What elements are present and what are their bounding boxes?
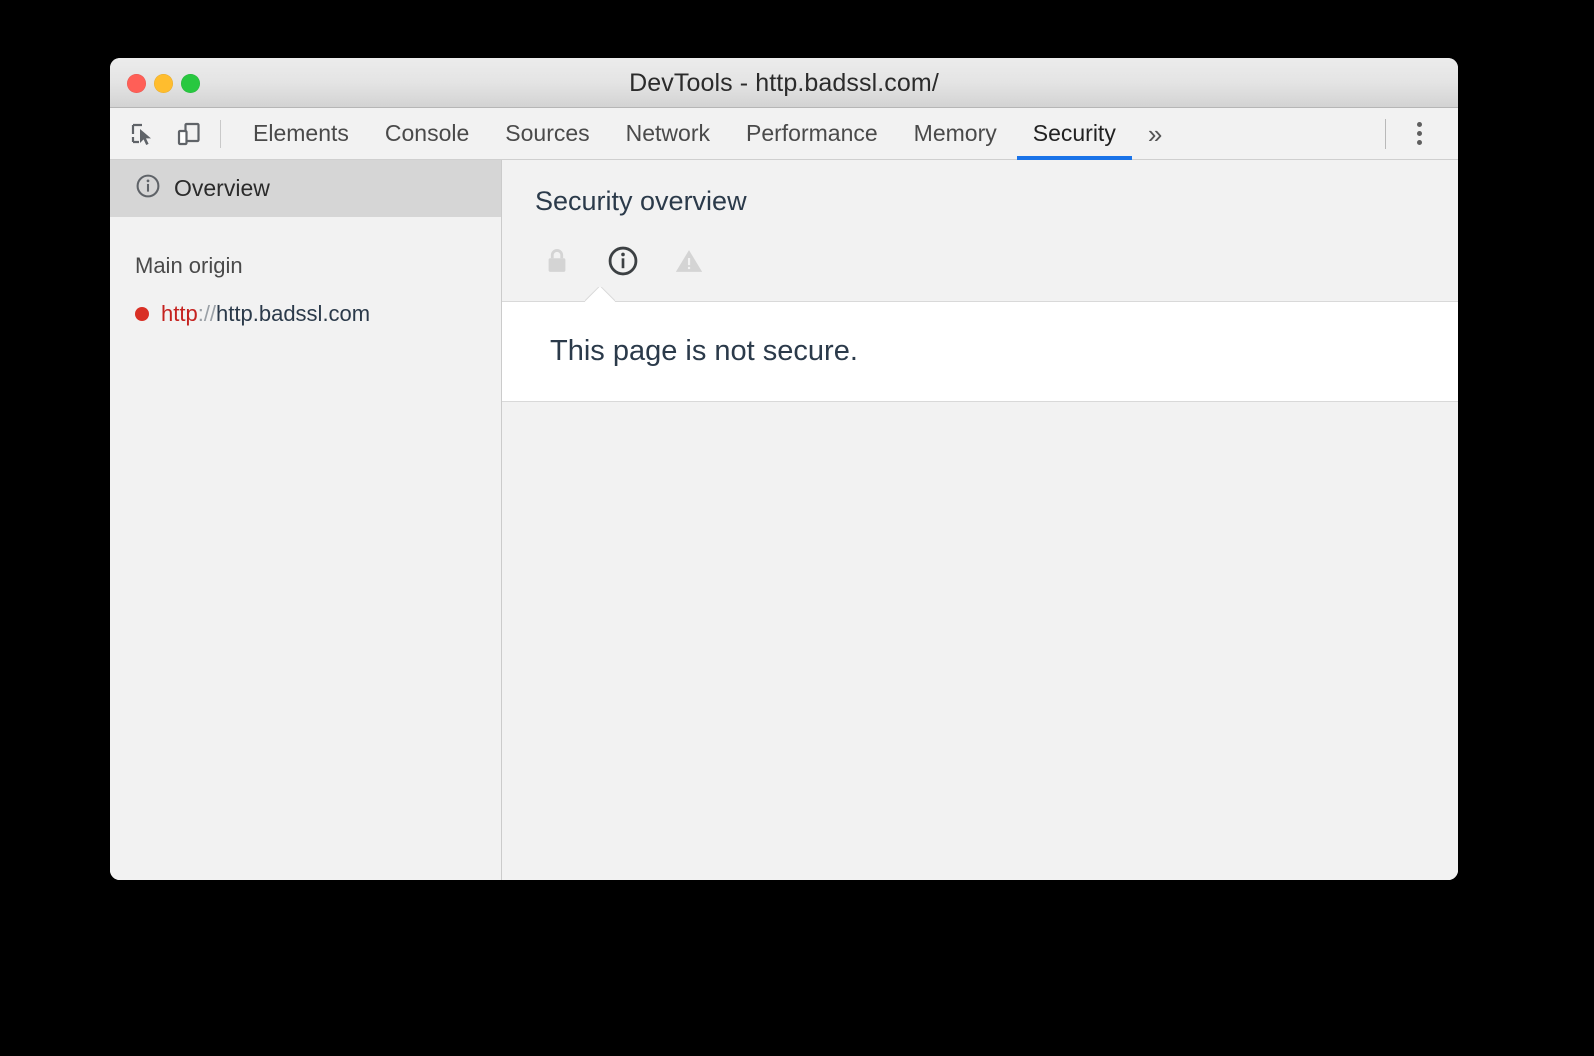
origin-separator: :// [197, 301, 217, 326]
security-summary-panel: This page is not secure. [502, 301, 1458, 402]
tab-label: Security [1032, 120, 1116, 146]
tab-network[interactable]: Network [608, 108, 728, 159]
tab-label: Performance [746, 120, 878, 146]
origin-status-dot-icon [135, 307, 149, 321]
warning-triangle-icon [672, 244, 706, 278]
security-main-panel: Security overview This page is not secur… [502, 160, 1458, 880]
window-titlebar: DevTools - http.badssl.com/ [110, 58, 1458, 108]
screenshot-root: DevTools - http.badssl.com/ Elements Con… [0, 0, 1594, 1056]
tab-overflow-chevron-icon[interactable]: » [1134, 108, 1176, 159]
window-title: DevTools - http.badssl.com/ [629, 69, 939, 97]
tab-performance[interactable]: Performance [728, 108, 896, 159]
more-options-icon[interactable] [1406, 118, 1432, 150]
security-sidebar: Overview Main origin http://http.badssl.… [110, 160, 502, 880]
summary-pointer-icon [585, 287, 615, 302]
device-toolbar-icon[interactable] [174, 119, 204, 149]
tab-list: Elements Console Sources Network Perform… [235, 108, 1176, 160]
sidebar-item-overview[interactable]: Overview [110, 160, 501, 217]
tab-security[interactable]: Security [1015, 108, 1134, 160]
security-summary-text: This page is not secure. [550, 335, 858, 367]
sidebar-origin-item[interactable]: http://http.badssl.com [110, 279, 501, 327]
tabbar-right-separator [1385, 118, 1386, 149]
tab-label: Console [384, 120, 470, 146]
tab-label: Sources [505, 120, 590, 146]
sidebar-item-label: Overview [174, 175, 270, 201]
toolbar-icons [110, 108, 204, 159]
security-state-icons [502, 217, 1458, 283]
tab-elements[interactable]: Elements [235, 108, 367, 159]
tab-sources[interactable]: Sources [487, 108, 607, 159]
origin-url: http://http.badssl.com [161, 301, 370, 327]
sidebar-section-main-origin: Main origin [135, 253, 243, 278]
info-circle-icon [606, 244, 640, 278]
tab-memory[interactable]: Memory [896, 108, 1015, 159]
inspect-element-icon[interactable] [128, 119, 158, 149]
devtools-body: Overview Main origin http://http.badssl.… [110, 160, 1458, 880]
lock-icon [540, 244, 574, 278]
devtools-tabbar: Elements Console Sources Network Perform… [110, 108, 1458, 160]
page-title: Security overview [535, 186, 747, 216]
tab-label: Elements [253, 120, 349, 146]
toolbar-separator [220, 119, 221, 148]
devtools-window: DevTools - http.badssl.com/ Elements Con… [110, 58, 1458, 880]
origin-scheme: http [161, 301, 198, 326]
tab-label: Network [625, 120, 710, 146]
tab-label: Memory [913, 120, 997, 146]
tabbar-right-controls [1385, 108, 1458, 159]
tab-console[interactable]: Console [367, 108, 487, 159]
info-circle-icon [135, 173, 161, 205]
origin-host: http.badssl.com [216, 301, 371, 326]
